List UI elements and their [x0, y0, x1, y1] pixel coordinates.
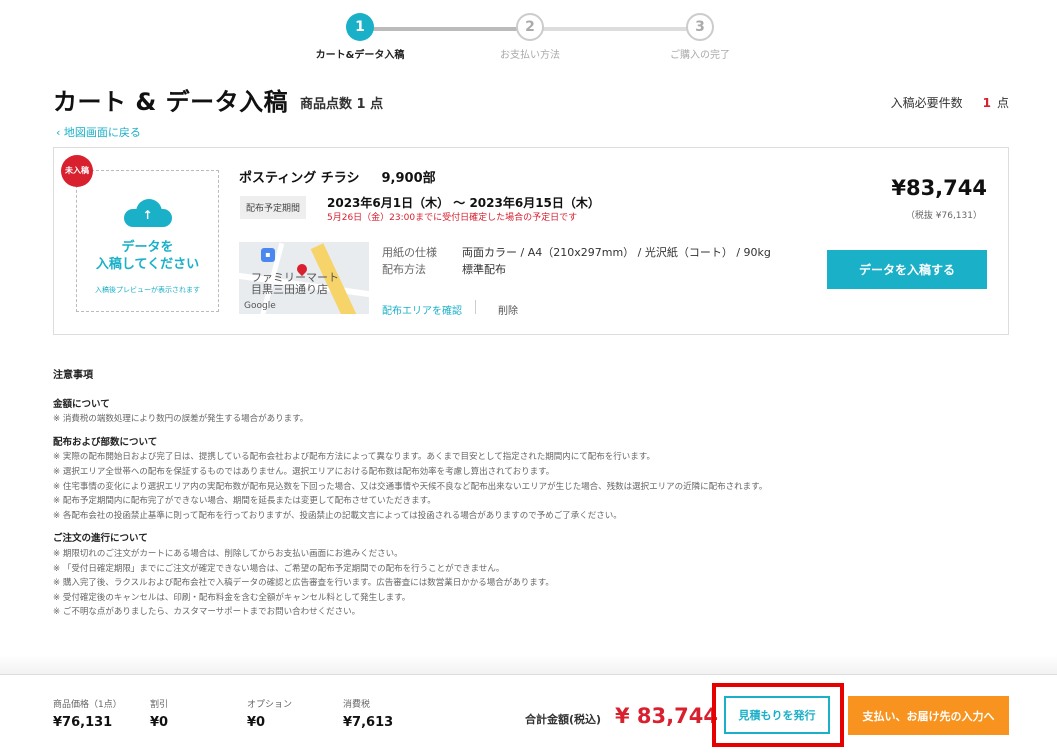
step-number: 1 [346, 13, 374, 41]
item-price: ¥83,744 [891, 176, 987, 200]
summary-value: ¥7,613 [343, 715, 394, 730]
period-tag: 配布予定期間 [240, 196, 307, 219]
issue-estimate-button[interactable]: 見積もりを発行 [724, 696, 830, 734]
summary-discount: 割引 ¥0 [150, 697, 168, 730]
notes-line: ※ 購入完了後、ラクスルおよび配布会社で入稿データの確認と広告審査を行います。広… [53, 578, 554, 589]
spec-key: 用紙の仕様 [382, 246, 437, 259]
cart-item-card: 未入稿 ↑ データを 入稿してください 入稿後プレビューが表示されます ポスティ… [53, 147, 1009, 335]
footer-shadow [0, 655, 1057, 674]
step-number: 2 [516, 13, 544, 41]
step-number: 3 [686, 13, 714, 41]
required-upload-count: 入稿必要件数 1 点 [891, 94, 1009, 111]
delete-link[interactable]: 削除 [498, 302, 518, 317]
upload-prompt-line2: 入稿してください [95, 257, 200, 272]
notes-heading: ご注文の進行について [53, 533, 148, 545]
item-count: 商品点数 1 点 [300, 97, 384, 112]
notes-distribution: 配布および部数について ※ 実際の配布開始日および完了日は、提携している配布会社… [53, 436, 1003, 524]
required-number: 1 [982, 96, 991, 110]
notes-line: ※ ご不明な点がありましたら、カスタマーサポートまでお問い合わせください。 [53, 607, 361, 618]
notes-order: ご注文の進行について ※ 期限切れのご注文がカートにある場合は、削除してからお支… [53, 532, 1003, 620]
check-area-link[interactable]: 配布エリアを確認 [382, 302, 462, 317]
required-label: 入稿必要件数 [890, 96, 963, 110]
summary-label: 消費税 [343, 700, 371, 710]
notes-title: 注意事項 [53, 370, 93, 381]
notes-line: ※ 各配布会社の投函禁止基準に則って配布を行っておりますが、投函禁止の記載文言に… [53, 510, 622, 521]
summary-option: オプション ¥0 [247, 697, 292, 730]
progress-stepper: 1 カート&データ入稿 2 お支払い方法 3 ご購入の完了 [300, 13, 750, 63]
upload-data-button[interactable]: データを入稿する [827, 250, 987, 289]
proceed-to-payment-button[interactable]: 支払い、お届け先の入力へ [848, 696, 1009, 735]
summary-label: オプション [247, 700, 293, 710]
spec-row-paper: 用紙の仕様 両面カラー / A4（210x297mm） / 光沢紙（コート） / … [382, 244, 771, 261]
summary-value: ¥0 [150, 715, 169, 730]
spec-value: 両面カラー / A4（210x297mm） / 光沢紙（コート） / 90kg [462, 246, 771, 259]
required-unit: 点 [996, 96, 1009, 110]
total-label: 合計金額(税込) [525, 713, 602, 726]
store-icon: ▪ [261, 248, 275, 262]
data-upload-dropzone[interactable]: ↑ データを 入稿してください 入稿後プレビューが表示されます [76, 170, 219, 312]
notes-price: 金額について ※ 消費税の端数処理により数円の誤差が発生する場合があります。 [53, 398, 1003, 427]
step-cart: 1 カート&データ入稿 [300, 13, 420, 61]
notes-line: ※ 「受付日確定期限」までにご注文が確定できない場合は、ご希望の配布予定期間での… [53, 563, 505, 574]
summary-tax: 消費税 ¥7,613 [343, 697, 393, 730]
upload-prompt-line1: データを [121, 240, 174, 255]
notes-line: ※ 受付確定後のキャンセルは、印刷・配布料金を含む全額がキャンセル料として発生し… [53, 592, 411, 603]
back-to-map-link[interactable]: ‹ 地図画面に戻る [56, 124, 141, 140]
period-dates: 2023年6月1日（木） ～ 2023年6月15日（木） [327, 196, 600, 210]
unsubmitted-badge: 未入稿 [61, 155, 93, 187]
notes-heading: 配布および部数について [53, 436, 158, 448]
spec-value: 標準配布 [462, 263, 506, 276]
spec-key: 配布方法 [382, 263, 426, 276]
step-complete: 3 ご購入の完了 [640, 13, 760, 61]
google-logo: Google [244, 301, 276, 311]
notes-line: ※ 消費税の端数処理により数円の誤差が発生する場合があります。 [53, 414, 309, 425]
spec-row-method: 配布方法 標準配布 [382, 261, 771, 278]
step-payment: 2 お支払い方法 [470, 13, 590, 61]
step-label: カート&データ入稿 [315, 50, 405, 61]
product-name: ポスティング チラシ [239, 171, 360, 186]
period-note: 5月26日（金）23:00までに受付日確定した場合の予定日です [327, 213, 578, 223]
spec-table: 用紙の仕様 両面カラー / A4（210x297mm） / 光沢紙（コート） / … [382, 244, 771, 278]
notes-line: ※ 期限切れのご注文がカートにある場合は、削除してからお支払い画面にお進みくださ… [53, 548, 403, 559]
upload-preview-note: 入稿後プレビューが表示されます [95, 286, 200, 294]
notes-line: ※ 選択エリア全世帯への配布を保証するものではありません。選択エリアにおける配布… [53, 466, 555, 477]
notes-line: ※ 住宅事情の変化により選択エリア内の実配布数が配布見込数を下回った場合、又は交… [53, 481, 768, 492]
upload-prompt: データを 入稿してください [77, 239, 218, 273]
step-label: お支払い方法 [500, 50, 560, 61]
product-quantity: 9,900部 [381, 171, 436, 186]
total-value: ¥ 83,744 [615, 704, 718, 728]
link-divider [475, 300, 476, 314]
item-price-excl-tax: （税抜 ¥76,131） [905, 211, 982, 221]
summary-product-price: 商品価格（1点） ¥76,131 [53, 697, 122, 730]
map-thumbnail[interactable]: ▪ ファミリーマート 目黒三田通り店 Google [239, 242, 369, 314]
product-title: ポスティング チラシ 9,900部 [239, 167, 436, 186]
notes-line: ※ 配布予定期間内に配布完了ができない場合、期間を延長または変更して配布させてい… [53, 496, 436, 507]
footer-divider [0, 674, 1057, 675]
summary-value: ¥0 [247, 715, 266, 730]
notes-line: ※ 実際の配布開始日および完了日は、提携している配布会社および配布方法によって異… [53, 452, 655, 463]
step-label: ご購入の完了 [670, 50, 730, 61]
summary-label: 割引 [150, 700, 169, 710]
summary-value: ¥76,131 [53, 715, 113, 730]
map-place-line2: 目黒三田通り店 [251, 283, 328, 296]
map-place-label: ファミリーマート 目黒三田通り店 [251, 272, 339, 296]
cloud-upload-icon: ↑ [123, 199, 172, 227]
notes-section: 注意事項 金額について ※ 消費税の端数処理により数円の誤差が発生する場合があり… [53, 369, 1003, 623]
summary-label: 商品価格（1点） [53, 700, 122, 710]
notes-heading: 金額について [53, 398, 110, 410]
page-title: カート & データ入稿 [53, 88, 289, 116]
